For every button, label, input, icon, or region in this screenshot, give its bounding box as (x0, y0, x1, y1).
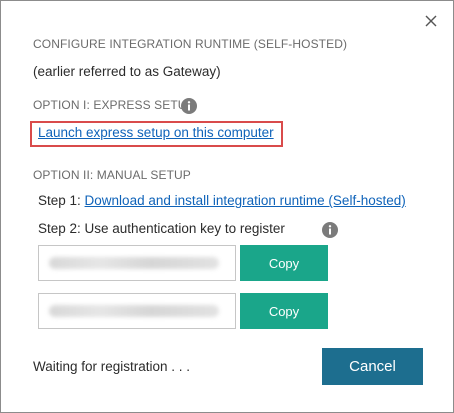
auth-key2-redacted (49, 305, 219, 317)
cancel-button[interactable]: Cancel (322, 348, 423, 385)
option1-heading-text: OPTION I: EXPRESS SETUP (33, 98, 195, 112)
download-ir-link[interactable]: Download and install integration runtime… (85, 193, 406, 208)
copy-key1-button[interactable]: Copy (240, 245, 328, 281)
step2-label: Step 2: Use authentication key to regist… (38, 221, 285, 236)
option2-heading: OPTION II: MANUAL SETUP (33, 168, 191, 182)
launch-express-setup-link[interactable]: Launch express setup on this computer (38, 125, 274, 140)
registration-status: Waiting for registration . . . (33, 359, 191, 374)
copy-key2-button[interactable]: Copy (240, 293, 328, 329)
auth-key2-field[interactable] (38, 293, 236, 329)
info-icon[interactable] (322, 221, 339, 238)
info-icon[interactable] (181, 97, 197, 114)
step1-row: Step 1: Download and install integration… (38, 193, 406, 208)
step1-label: Step 1: (38, 193, 81, 208)
dialog-subtitle: (earlier referred to as Gateway) (33, 64, 221, 79)
auth-key1-redacted (49, 257, 219, 269)
option1-heading: OPTION I: EXPRESS SETUP (33, 98, 195, 112)
close-icon[interactable] (421, 11, 441, 31)
auth-key1-field[interactable] (38, 245, 236, 281)
dialog-title: CONFIGURE INTEGRATION RUNTIME (SELF-HOST… (33, 37, 348, 51)
configure-ir-dialog: CONFIGURE INTEGRATION RUNTIME (SELF-HOST… (0, 0, 454, 413)
